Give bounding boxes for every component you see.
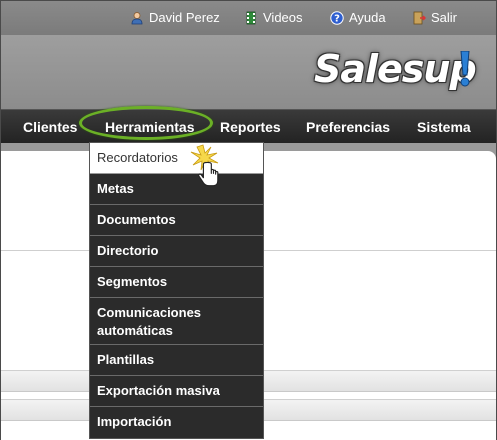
- help-icon: ?: [330, 10, 344, 25]
- menu-item-comunicaciones-automaticas[interactable]: Comunicaciones automáticas: [90, 298, 263, 345]
- nav-item-preferencias[interactable]: Preferencias: [306, 119, 390, 135]
- user-link[interactable]: David Perez: [130, 10, 220, 25]
- help-link[interactable]: ? Ayuda: [330, 10, 386, 25]
- exit-icon: [413, 11, 426, 24]
- header: Salesup: [1, 35, 496, 109]
- menu-item-recordatorios[interactable]: Recordatorios: [90, 143, 263, 174]
- menu-item-segmentos[interactable]: Segmentos: [90, 267, 263, 298]
- user-name: David Perez: [149, 10, 220, 25]
- top-utility-bar: David Perez Videos ? Ayuda Salir: [1, 1, 496, 35]
- film-icon: [246, 11, 256, 24]
- menu-item-metas[interactable]: Metas: [90, 174, 263, 205]
- hand-cursor-icon: [190, 144, 219, 187]
- svg-text:?: ?: [334, 13, 340, 24]
- main-nav: Clientes Herramientas Reportes Preferenc…: [1, 109, 496, 143]
- help-label: Ayuda: [349, 10, 386, 25]
- nav-item-herramientas[interactable]: Herramientas: [105, 119, 195, 135]
- menu-item-plantillas[interactable]: Plantillas: [90, 345, 263, 376]
- nav-item-sistema[interactable]: Sistema: [417, 119, 471, 135]
- exit-link[interactable]: Salir: [412, 10, 457, 25]
- user-icon: [131, 11, 143, 24]
- salesup-logo: Salesup: [314, 47, 477, 91]
- exit-label: Salir: [431, 10, 458, 25]
- menu-item-directorio[interactable]: Directorio: [90, 236, 263, 267]
- videos-link[interactable]: Videos: [244, 10, 303, 25]
- menu-item-exportacion-masiva[interactable]: Exportación masiva: [90, 376, 263, 407]
- menu-item-importacion[interactable]: Importación: [90, 407, 263, 438]
- nav-item-reportes[interactable]: Reportes: [220, 119, 281, 135]
- logo-exclamation-icon: [460, 51, 470, 87]
- herramientas-dropdown: Recordatorios Metas Documentos Directori…: [89, 142, 264, 439]
- menu-item-documentos[interactable]: Documentos: [90, 205, 263, 236]
- videos-label: Videos: [263, 10, 303, 25]
- nav-item-clientes[interactable]: Clientes: [23, 119, 77, 135]
